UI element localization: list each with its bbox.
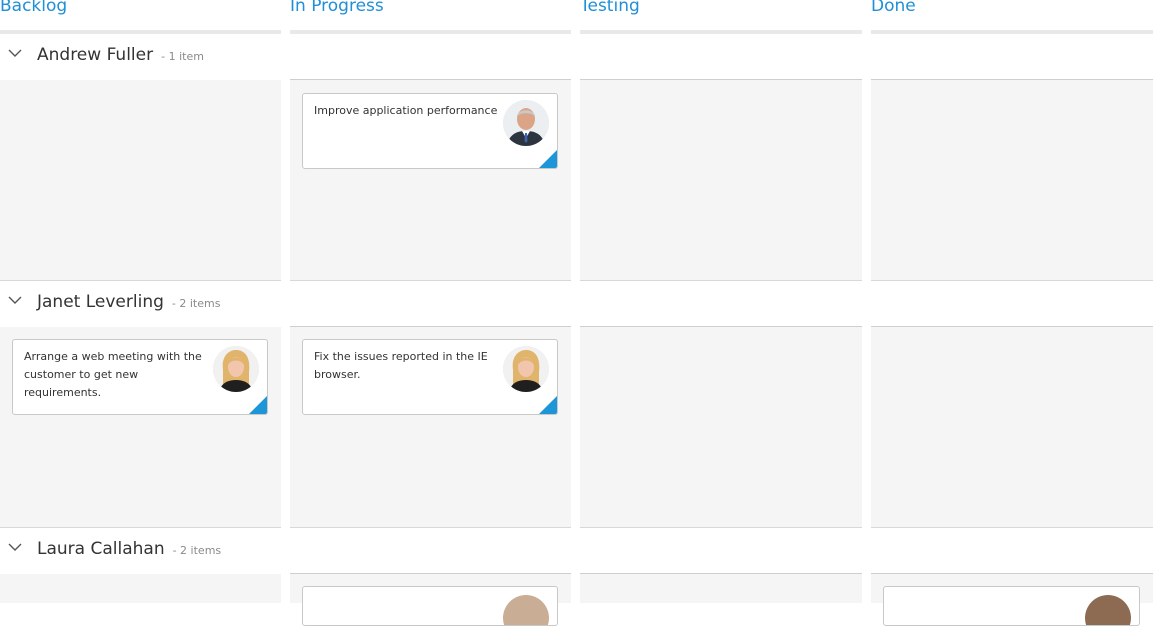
column-header-backlog: Backlog	[0, 0, 281, 34]
swimlane-header-andrew-fuller[interactable]: Andrew Fuller - 1 item	[0, 34, 1158, 80]
column-title: Done	[871, 0, 916, 16]
swimlane-name: Laura Callahan	[37, 539, 165, 559]
kanban-card[interactable]: Arrange a web meeting with the customer …	[12, 339, 268, 415]
swimlane-count: - 1 item	[161, 50, 204, 63]
cell-janet-done[interactable]	[871, 327, 1153, 528]
cell-laura-done[interactable]	[871, 574, 1153, 626]
column-title: Backlog	[0, 0, 68, 16]
card-corner-indicator	[249, 396, 267, 414]
cell-laura-testing[interactable]	[580, 574, 862, 603]
cell-janet-testing[interactable]	[580, 327, 862, 528]
cell-andrew-in-progress[interactable]: Improve application performance	[290, 80, 571, 281]
swimlane-count: - 2 items	[172, 544, 222, 557]
kanban-card[interactable]: Improve application performance	[302, 93, 558, 169]
swimlane-count: - 2 items	[171, 297, 221, 310]
kanban-card[interactable]	[883, 586, 1140, 626]
cell-andrew-done[interactable]	[871, 80, 1153, 281]
card-text: Improve application performance	[314, 104, 498, 117]
cell-janet-backlog[interactable]: Arrange a web meeting with the customer …	[0, 327, 281, 528]
chevron-down-icon[interactable]	[8, 542, 22, 552]
swimlane-name: Andrew Fuller	[37, 45, 154, 65]
card-text: Fix the issues reported in the IE browse…	[314, 350, 488, 381]
avatar	[213, 346, 259, 392]
column-header-done: Done	[871, 0, 1153, 34]
cell-andrew-testing[interactable]	[580, 80, 862, 281]
kanban-card[interactable]	[302, 586, 558, 626]
kanban-card[interactable]: Fix the issues reported in the IE browse…	[302, 339, 558, 415]
card-corner-indicator	[539, 150, 557, 168]
cell-laura-backlog[interactable]	[0, 574, 281, 603]
swimlane-title: Janet Leverling - 2 items	[37, 292, 220, 312]
chevron-down-icon[interactable]	[8, 295, 22, 305]
cell-janet-in-progress[interactable]: Fix the issues reported in the IE browse…	[290, 327, 571, 528]
swimlane-name: Janet Leverling	[37, 292, 164, 312]
janet-leverling-avatar-icon	[503, 346, 549, 392]
card-corner-indicator	[539, 396, 557, 414]
column-title: In Progress	[290, 0, 384, 16]
janet-leverling-avatar-icon	[213, 346, 259, 392]
swimlane-header-janet-leverling[interactable]: Janet Leverling - 2 items	[0, 281, 1158, 327]
column-header-testing: Testing	[580, 0, 862, 34]
swimlane-title: Andrew Fuller - 1 item	[37, 45, 204, 65]
card-text: Arrange a web meeting with the customer …	[24, 350, 202, 399]
swimlane-header-laura-callahan[interactable]: Laura Callahan - 2 items	[0, 528, 1158, 574]
column-title: Testing	[580, 0, 640, 16]
andrew-fuller-avatar-icon	[503, 100, 549, 146]
avatar	[1085, 595, 1131, 625]
cell-andrew-backlog[interactable]	[0, 80, 281, 281]
avatar	[503, 100, 549, 146]
avatar	[503, 595, 549, 625]
swimlane-title: Laura Callahan - 2 items	[37, 539, 221, 559]
avatar	[503, 346, 549, 392]
cell-laura-in-progress[interactable]	[290, 574, 571, 626]
column-header-in-progress: In Progress	[290, 0, 571, 34]
chevron-down-icon[interactable]	[8, 48, 22, 58]
